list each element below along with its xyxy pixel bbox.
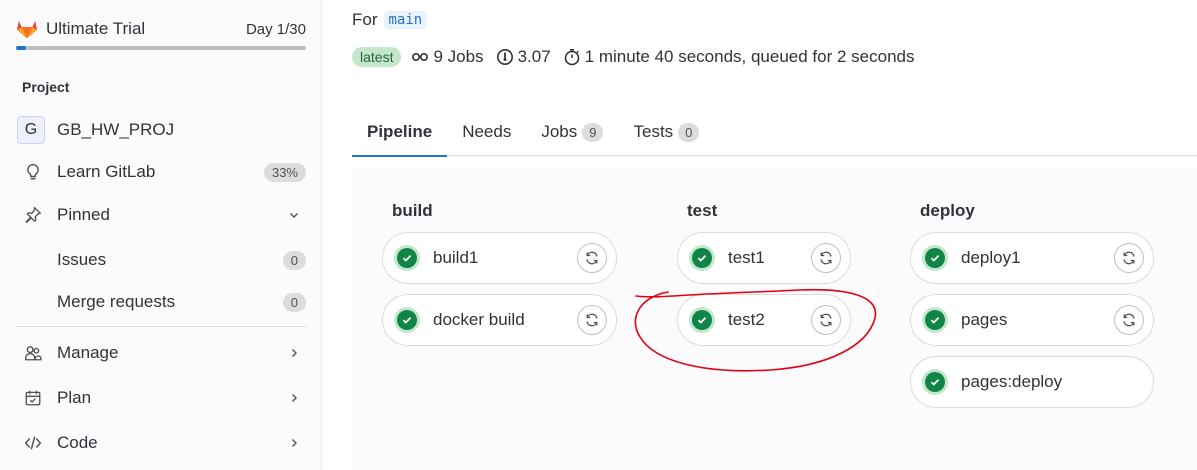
sidebar-item-label: Code <box>57 433 98 452</box>
pipeline-jobs-icon <box>412 53 429 62</box>
chevron-down-icon <box>290 213 298 218</box>
lightbulb-icon <box>22 161 44 183</box>
tab-pipeline[interactable]: Pipeline <box>352 108 448 157</box>
status-success-icon <box>394 307 420 333</box>
status-success-icon <box>922 245 948 271</box>
for-label: For <box>352 10 378 29</box>
branch-ref-link[interactable]: main <box>383 11 428 29</box>
learn-gitlab-badge: 33% <box>263 162 306 182</box>
job-docker-build[interactable]: docker build <box>382 294 617 346</box>
sidebar-item-code[interactable]: Code <box>16 424 306 462</box>
retry-icon[interactable] <box>811 243 841 273</box>
stage-title-test: test <box>687 201 718 220</box>
pinned-label: Pinned <box>57 205 110 224</box>
section-title: Project <box>22 79 70 95</box>
retry-icon[interactable] <box>577 305 607 335</box>
retry-icon[interactable] <box>1114 305 1144 335</box>
job-name: test1 <box>728 248 765 267</box>
thumbtack-icon <box>22 204 44 226</box>
chevron-right-icon <box>292 349 297 357</box>
pipeline-duration: 1 minute 40 seconds, queued for 2 second… <box>584 47 915 66</box>
trial-progress-fill <box>16 46 26 50</box>
job-name: deploy1 <box>961 248 1021 267</box>
stage-title-build: build <box>392 201 433 220</box>
job-deploy1[interactable]: deploy1 <box>910 232 1154 284</box>
trial-day: Day 1/30 <box>245 20 306 38</box>
sidebar: Ultimate Trial Day 1/30 Project G GB_HW_… <box>0 0 322 470</box>
status-success-icon <box>394 245 420 271</box>
timer-icon <box>564 49 579 66</box>
pinned-section[interactable]: Pinned <box>16 196 306 234</box>
tests-tab-count: 0 <box>678 122 700 142</box>
tab-needs[interactable]: Needs <box>447 108 526 156</box>
project-link[interactable]: G GB_HW_PROJ <box>16 111 306 149</box>
status-success-icon <box>689 245 715 271</box>
sidebar-divider <box>16 326 306 327</box>
tab-label: Jobs <box>541 122 578 141</box>
job-pages-deploy[interactable]: pages:deploy <box>910 356 1154 408</box>
sidebar-item-issues[interactable]: Issues 0 <box>16 241 306 279</box>
job-test2[interactable]: test2 <box>677 294 851 346</box>
sidebar-item-label: Plan <box>57 388 92 407</box>
status-success-icon <box>689 307 715 333</box>
trial-widget[interactable]: Ultimate Trial Day 1/30 <box>16 18 306 50</box>
jobs-tab-count: 9 <box>582 122 604 142</box>
tab-label: Pipeline <box>367 122 433 141</box>
stage-title-deploy: deploy <box>920 201 975 220</box>
job-pages[interactable]: pages <box>910 294 1154 346</box>
pipeline-graph: build test deploy build1 docker build te… <box>352 168 1197 470</box>
gitlab-logo-icon <box>17 20 37 39</box>
job-test1[interactable]: test1 <box>677 232 851 284</box>
sidebar-item-plan[interactable]: Plan <box>16 379 306 417</box>
status-success-icon <box>922 369 948 395</box>
trial-progress-bar <box>16 46 306 50</box>
pipeline-ref-line: For main <box>352 10 428 30</box>
tab-label: Tests <box>633 122 674 141</box>
sidebar-item-label: Issues <box>57 250 107 269</box>
learn-gitlab-item[interactable]: Learn GitLab 33% <box>16 153 306 191</box>
tab-label: Needs <box>462 122 512 141</box>
sidebar-item-label: Merge requests <box>57 292 176 311</box>
pipeline-tabs: Pipeline Needs Jobs 9 Tests 0 <box>352 108 1197 157</box>
job-name: pages:deploy <box>961 372 1063 391</box>
job-build1[interactable]: build1 <box>382 232 617 284</box>
job-name: docker build <box>433 310 525 329</box>
latest-badge: latest <box>352 47 402 67</box>
project-name: GB_HW_PROJ <box>57 120 175 139</box>
jobs-count: 9 Jobs <box>433 47 484 66</box>
job-name: build1 <box>433 248 479 267</box>
gauge-icon <box>496 49 513 65</box>
sidebar-item-label: Manage <box>57 343 119 362</box>
code-icon <box>22 432 44 454</box>
pipeline-meta: latest 9 Jobs 3.07 1 minute 40 seconds, … <box>352 45 927 69</box>
trial-name: Ultimate Trial <box>46 19 146 38</box>
sidebar-item-manage[interactable]: Manage <box>16 334 306 372</box>
calendar-icon <box>22 387 44 409</box>
tab-jobs[interactable]: Jobs 9 <box>526 108 618 156</box>
job-name: pages <box>961 310 1008 329</box>
chevron-right-icon <box>292 394 297 402</box>
tab-tests[interactable]: Tests 0 <box>618 108 714 156</box>
learn-gitlab-label: Learn GitLab <box>57 162 156 181</box>
status-success-icon <box>922 307 948 333</box>
sidebar-item-merge-requests[interactable]: Merge requests 0 <box>16 283 306 321</box>
retry-icon[interactable] <box>811 305 841 335</box>
job-name: test2 <box>728 310 765 329</box>
retry-icon[interactable] <box>577 243 607 273</box>
chevron-right-icon <box>292 439 297 447</box>
users-icon <box>22 342 44 364</box>
project-avatar: G <box>17 116 45 144</box>
retry-icon[interactable] <box>1114 243 1144 273</box>
pipeline-score: 3.07 <box>517 47 551 66</box>
issues-count-badge: 0 <box>282 250 306 270</box>
merge-requests-count-badge: 0 <box>282 292 306 312</box>
